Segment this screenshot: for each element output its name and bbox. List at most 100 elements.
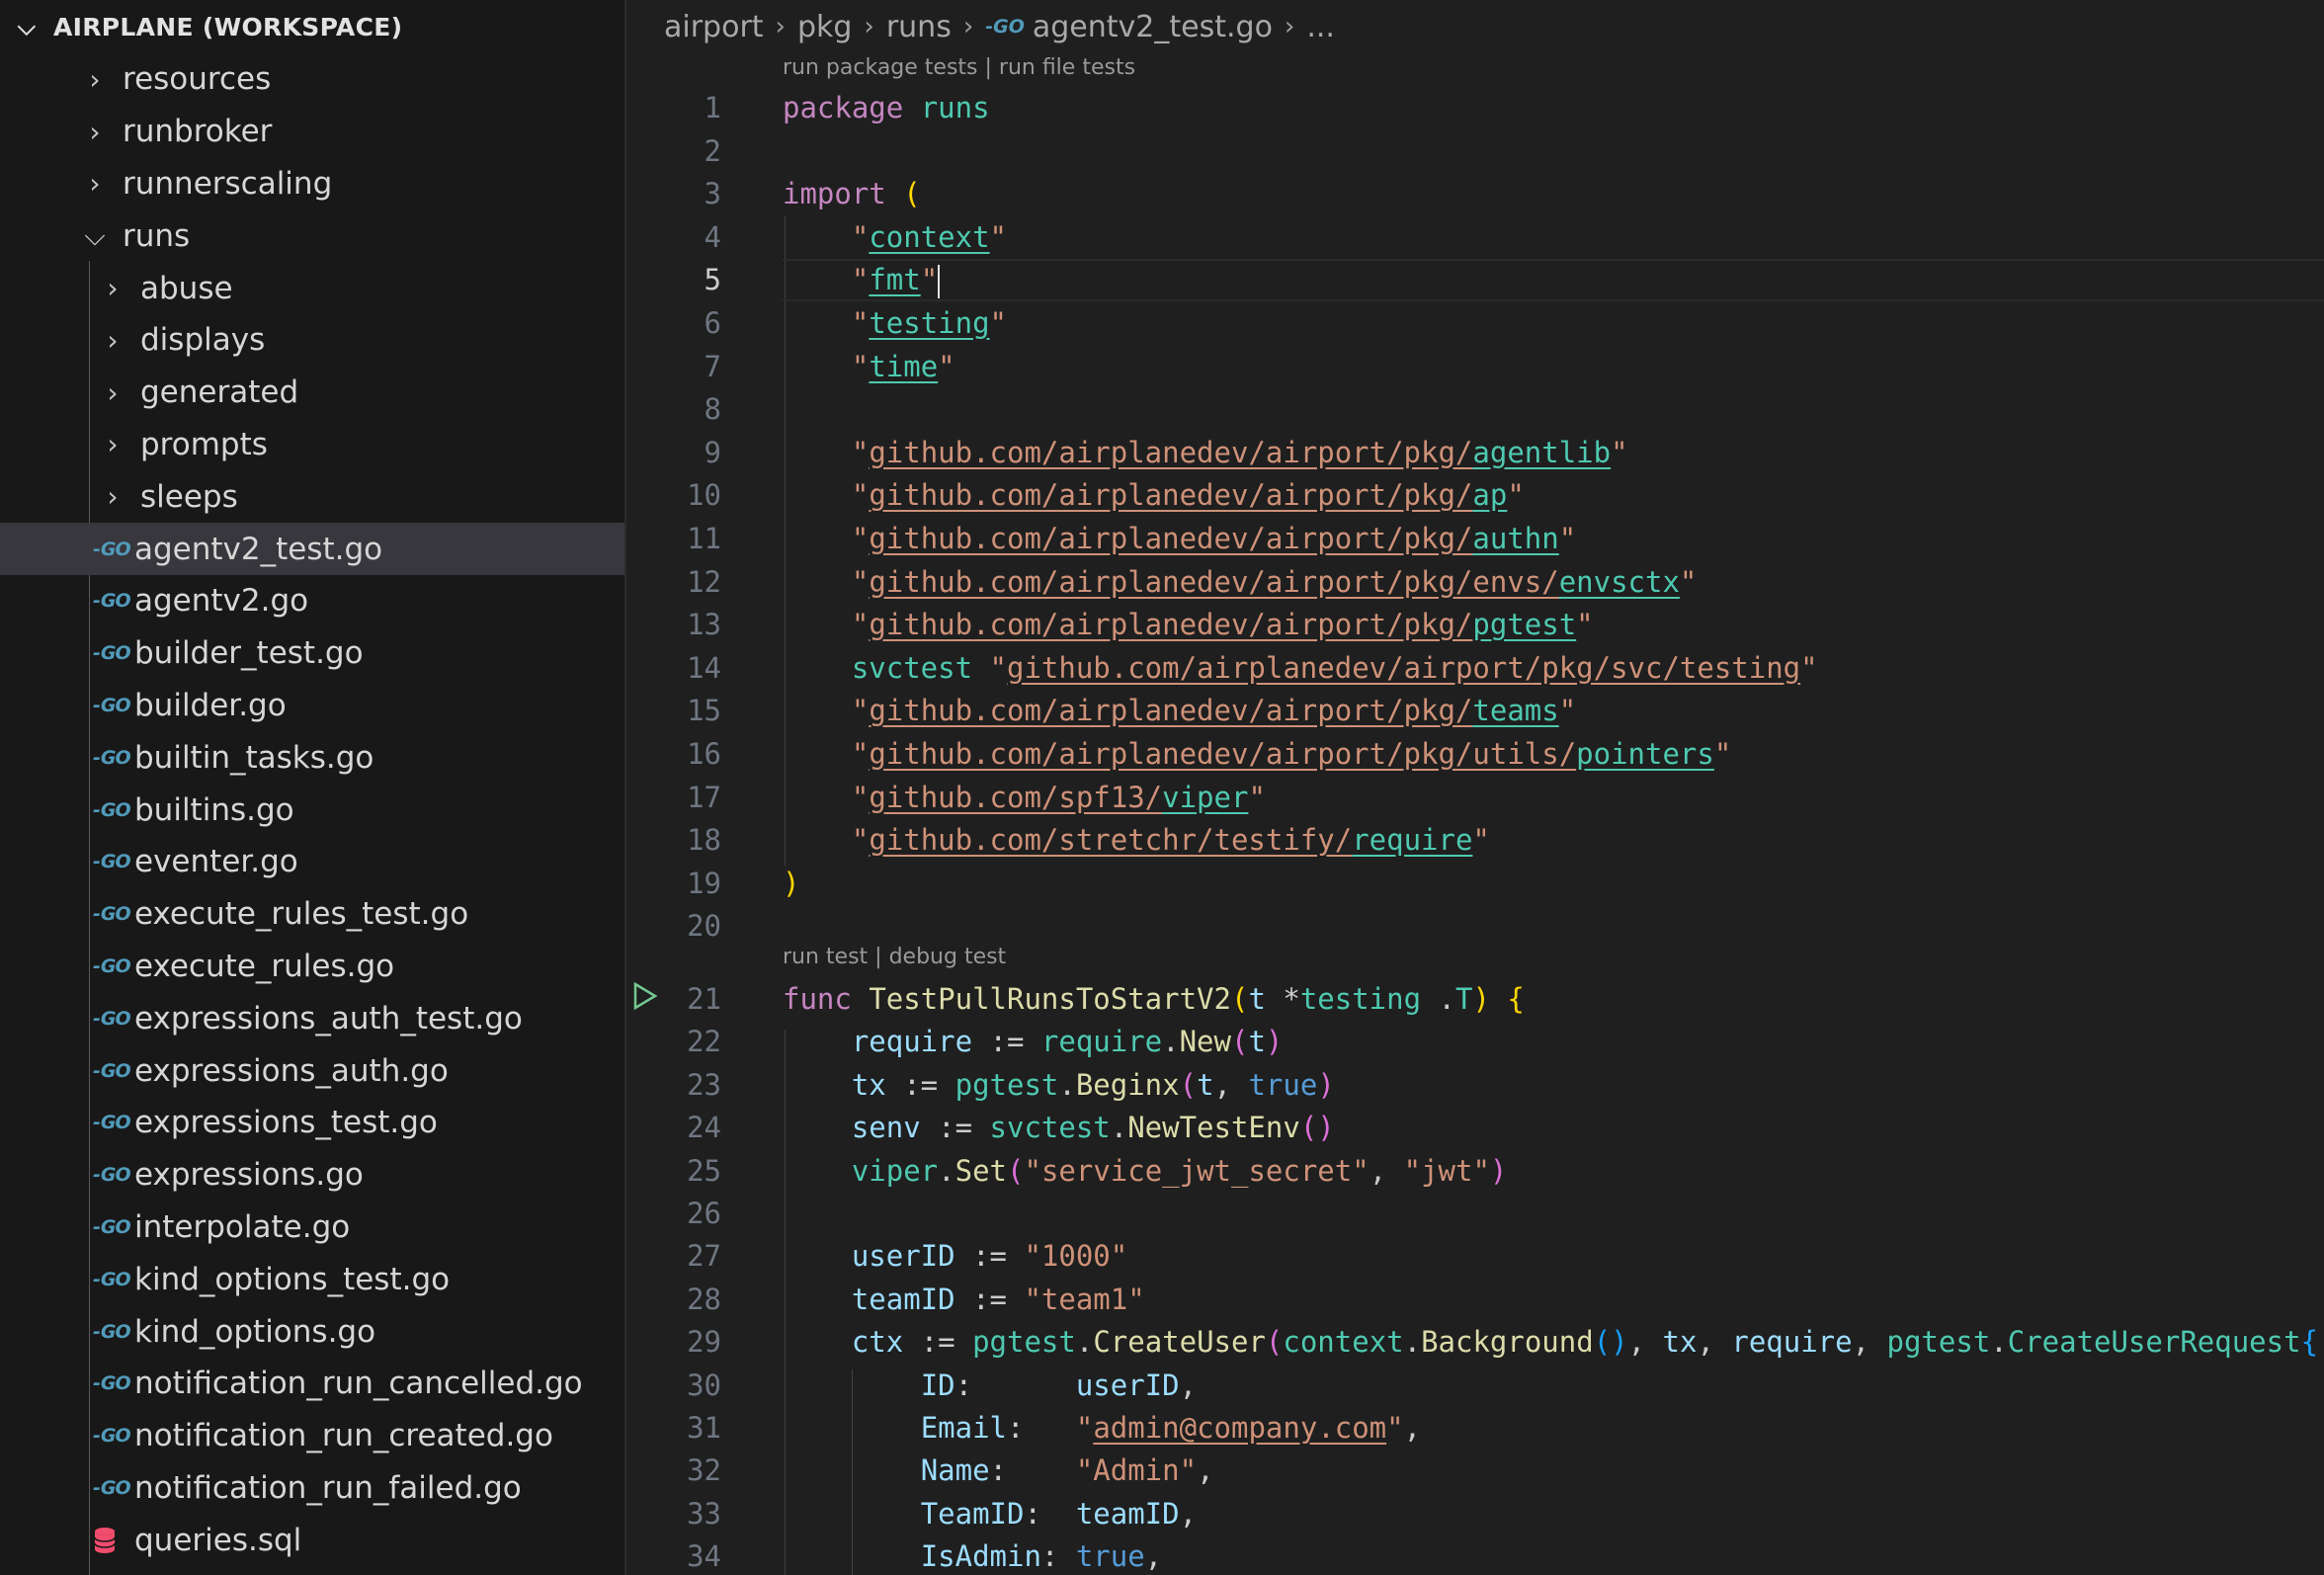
code-line[interactable]: 4 "context" (626, 216, 2324, 259)
code-line[interactable]: 7 "time" (626, 346, 2324, 388)
file-item[interactable]: GOkind_options.go (0, 1305, 624, 1358)
code-token: . (1990, 1325, 2008, 1360)
code-text: "github.com/stretchr/testify/require" (783, 819, 1490, 862)
code-line[interactable]: 24 senv := svctest.NewTestEnv() (626, 1107, 2324, 1149)
file-item[interactable]: GOexpressions.go (0, 1149, 624, 1202)
file-item[interactable]: GOagentv2_test.go (0, 523, 624, 575)
file-item[interactable]: GOnotification_run_created.go (0, 1410, 624, 1462)
folder-item[interactable]: › resources (0, 53, 624, 106)
code-line[interactable]: 23 tx := pgtest.Beginx(t, true) (626, 1064, 2324, 1107)
code-token: { (2300, 1325, 2319, 1360)
code-line[interactable]: 18 "github.com/stretchr/testify/require" (626, 819, 2324, 862)
folder-item[interactable]: › runbroker (0, 106, 624, 158)
chevron-right-icon[interactable]: › (95, 376, 130, 409)
code-line[interactable]: 19) (626, 863, 2324, 905)
code-line[interactable]: 12 "github.com/airplanedev/airport/pkg/e… (626, 561, 2324, 604)
chevron-right-icon[interactable]: › (95, 480, 130, 513)
code-line[interactable]: 2 (626, 130, 2324, 173)
code-line[interactable]: 11 "github.com/airplanedev/airport/pkg/a… (626, 518, 2324, 560)
codelens-run-package-tests[interactable]: run package tests | run file tests (783, 55, 1135, 80)
file-item[interactable]: GObuiltins.go (0, 784, 624, 836)
file-item[interactable]: GOexpressions_auth_test.go (0, 992, 624, 1044)
breadcrumb-item[interactable]: ... (1306, 10, 1335, 44)
text-cursor (938, 265, 941, 299)
go-file-icon: GO (93, 1216, 134, 1238)
code-line[interactable]: 25 viper.Set("service_jwt_secret", "jwt"… (626, 1150, 2324, 1193)
chevron-right-icon[interactable]: › (77, 116, 113, 148)
code-line[interactable]: 22 require := require.New(t) (626, 1021, 2324, 1063)
code-token: Set (954, 1153, 1008, 1188)
code-line[interactable]: 3 import ( (626, 173, 2324, 215)
code-text: "fmt" (783, 259, 941, 301)
go-file-icon: GO (93, 1008, 134, 1030)
code-line[interactable]: 32 Name: "Admin", (626, 1450, 2324, 1492)
code-line[interactable]: 14 svctest "github.com/airplanedev/airpo… (626, 647, 2324, 690)
folder-item[interactable]: › displays (0, 314, 624, 367)
file-item[interactable]: GObuilder_test.go (0, 627, 624, 680)
file-item[interactable]: GOexecute_rules.go (0, 941, 624, 993)
editor-pane[interactable]: airport › pkg › runs › -GO agentv2_test.go ›... … (626, 0, 2324, 1575)
file-item[interactable]: GOkind_options_test.go (0, 1253, 624, 1305)
breadcrumb-item[interactable]: pkg (797, 10, 852, 44)
chevron-right-icon[interactable]: › (95, 428, 130, 460)
code-token: svctest (851, 650, 973, 685)
code-line[interactable]: 16 "github.com/airplanedev/airport/pkg/u… (626, 733, 2324, 776)
code-line[interactable]: 15 "github.com/airplanedev/airport/pkg/t… (626, 690, 2324, 732)
chevron-down-icon[interactable]: ⌵ (0, 13, 53, 41)
code-line[interactable]: 28 teamID := "team1" (626, 1279, 2324, 1321)
code-line[interactable]: 20 (626, 905, 2324, 948)
file-item[interactable]: GOnotification_run_failed.go (0, 1462, 624, 1515)
folder-item[interactable]: › prompts (0, 419, 624, 471)
code-line[interactable]: 26 (626, 1193, 2324, 1235)
folder-item[interactable]: › abuse (0, 262, 624, 314)
breadcrumb-item[interactable]: runs (886, 10, 952, 44)
code-line[interactable]: 10 "github.com/airplanedev/airport/pkg/a… (626, 474, 2324, 517)
code-token: require (851, 1025, 973, 1059)
file-item[interactable]: GOnotification_run_cancelled.go (0, 1358, 624, 1410)
breadcrumb[interactable]: airport › pkg › runs › -GO agentv2_test.go ›... (664, 0, 1335, 53)
code-line[interactable]: 17 "github.com/spf13/viper" (626, 777, 2324, 819)
code-line[interactable]: 30 ID: userID, (626, 1365, 2324, 1407)
code-line[interactable]: 6 "testing" (626, 302, 2324, 345)
folder-item[interactable]: › runnerscaling (0, 158, 624, 210)
code-line[interactable]: 31 Email: "admin@company.com", (626, 1407, 2324, 1450)
breadcrumb-item[interactable]: airport (664, 10, 764, 44)
code-line[interactable]: 5 "fmt" (626, 259, 2324, 302)
code-line[interactable]: 29 ctx := pgtest.CreateUser(context.Back… (626, 1321, 2324, 1364)
code-line[interactable]: 34 IsAdmin: true, (626, 1535, 2324, 1575)
codelens-run-test[interactable]: run test | debug test (783, 945, 1006, 969)
file-item[interactable]: GOeventer.go (0, 836, 624, 888)
folder-item[interactable]: ⌵ runs (0, 209, 624, 262)
file-item[interactable]: GOexpressions_test.go (0, 1097, 624, 1149)
code-line[interactable]: 21 func TestPullRunsToStartV2(t *testing … (626, 978, 2324, 1021)
code-line[interactable]: 13 "github.com/airplanedev/airport/pkg/p… (626, 604, 2324, 646)
code-line[interactable]: 27 userID := "1000" (626, 1235, 2324, 1278)
breadcrumb-item[interactable]: agentv2_test.go (1033, 10, 1273, 44)
file-item[interactable]: GOagentv2.go (0, 575, 624, 627)
code-token: . (1110, 1111, 1128, 1145)
code-token: TeamID (920, 1496, 1025, 1531)
file-item[interactable]: GOinterpolate.go (0, 1202, 624, 1254)
code-line[interactable]: 1 package runs (626, 87, 2324, 129)
code-token: ( (903, 177, 921, 211)
folder-item[interactable]: › sleeps (0, 470, 624, 523)
chevron-down-icon[interactable]: ⌵ (77, 219, 113, 253)
file-item[interactable]: GOexecute_rules_test.go (0, 888, 624, 941)
workspace-header[interactable]: ⌵ AIRPLANE (WORKSPACE) (0, 0, 624, 53)
chevron-right-icon[interactable]: › (95, 272, 130, 304)
file-item[interactable]: GOexpressions_auth.go (0, 1044, 624, 1097)
code-line[interactable]: 9 "github.com/airplanedev/airport/pkg/ag… (626, 432, 2324, 474)
tree-item-label: expressions.go (134, 1157, 364, 1194)
chevron-right-icon[interactable]: › (77, 63, 113, 96)
chevron-right-icon[interactable]: › (95, 324, 130, 357)
chevron-right-icon: › (962, 12, 974, 41)
chevron-right-icon[interactable]: › (77, 167, 113, 200)
database-icon (93, 1527, 134, 1554)
file-item[interactable]: queries.sql (0, 1514, 624, 1566)
file-item[interactable]: GObuiltin_tasks.go (0, 731, 624, 784)
folder-item[interactable]: › generated (0, 367, 624, 419)
file-item[interactable]: GObuilder.go (0, 680, 624, 732)
code-text: Email: "admin@company.com", (783, 1407, 1421, 1450)
code-line[interactable]: 8 (626, 388, 2324, 431)
code-line[interactable]: 33 TeamID: teamID, (626, 1493, 2324, 1535)
